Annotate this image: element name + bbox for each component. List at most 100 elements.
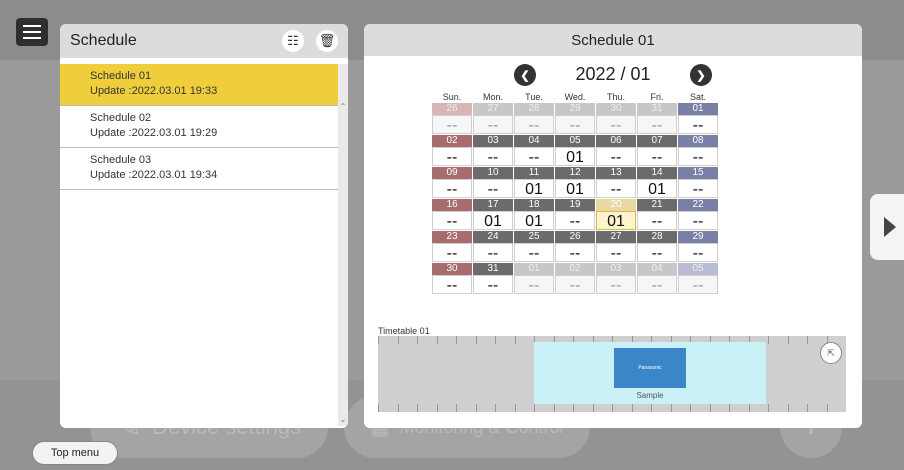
day-number: 02 [432,135,472,147]
calendar-day-cell[interactable]: 01 -- [514,263,554,294]
schedule-list-title: Schedule [70,32,137,49]
calendar-day-cell[interactable]: 16 -- [432,199,472,230]
calendar-day-cell[interactable]: 30 -- [596,103,636,134]
calendar-day-cell[interactable]: 02 -- [432,135,472,166]
calendar-day-cell[interactable]: 01 -- [678,103,718,134]
day-timetable-value: -- [473,147,513,166]
calendar-day-cell[interactable]: 23 -- [432,231,472,262]
calendar-title: Schedule 01 [364,24,862,56]
day-timetable-value: -- [596,115,636,134]
arrow-right-icon [884,217,896,237]
day-number: 31 [637,103,677,115]
list-scrollbar[interactable]: ⌃ ⌄ [338,64,348,426]
calendar-day-cell[interactable]: 11 01 [514,167,554,198]
calendar-day-cell[interactable]: 14 01 [637,167,677,198]
weekday-label: Tue. [525,92,543,102]
day-number: 13 [596,167,636,179]
calendar-day-cell[interactable]: 21 -- [637,199,677,230]
calendar-day-cell[interactable]: 26 -- [432,103,472,134]
calendar-week: 09 -- 10 -- 11 01 12 01 13 -- 14 01 15 -- [432,167,719,199]
calendar-day-cell[interactable]: 06 -- [596,135,636,166]
list-item[interactable]: Schedule 03 Update :2022.03.01 19:34 [60,148,338,190]
top-menu-button[interactable]: Top menu [32,441,118,465]
timetable-bar[interactable]: Panasonic Sample ⇱ [378,336,846,412]
calendar-day-cell[interactable]: 15 -- [678,167,718,198]
list-item[interactable]: Schedule 02 Update :2022.03.01 19:29 [60,106,338,148]
expand-icon[interactable]: ⇱ [820,342,842,364]
weekday-label: Sat. [689,92,706,102]
calendar-day-cell[interactable]: 09 -- [432,167,472,198]
schedule-name: Schedule 03 [90,154,152,166]
day-number: 30 [432,263,472,275]
calendar-week: 16 -- 17 01 18 01 19 -- 20 01 21 -- 22 -- [432,199,719,231]
day-number: 20 [596,199,636,211]
calendar-day-cell[interactable]: 28 -- [514,103,554,134]
calendar-day-cell[interactable]: 27 -- [596,231,636,262]
day-number: 04 [514,135,554,147]
day-number: 03 [473,135,513,147]
calendar-day-cell[interactable]: 31 -- [637,103,677,134]
timetable-block[interactable]: Panasonic Sample [534,342,766,404]
calendar-day-cell[interactable]: 24 -- [473,231,513,262]
day-timetable-value: -- [678,275,718,294]
day-number: 22 [678,199,718,211]
calendar-day-cell[interactable]: 07 -- [637,135,677,166]
calendar-day-cell[interactable]: 18 01 [514,199,554,230]
weekday-label: Sun. [442,92,462,102]
day-number: 29 [678,231,718,243]
day-number: 23 [432,231,472,243]
calendar-day-cell[interactable]: 12 01 [555,167,595,198]
day-number: 03 [596,263,636,275]
calendar-day-cell[interactable]: 03 -- [596,263,636,294]
calendar-grid: Sun. Mon. Tue. Wed. Thu. Fri. Sat. 26 -- 2… [432,92,719,295]
day-timetable-value: -- [514,115,554,134]
day-number: 10 [473,167,513,179]
day-timetable-value: -- [473,115,513,134]
calendar-day-cell[interactable]: 31 -- [473,263,513,294]
day-timetable-value: -- [514,275,554,294]
calendar-day-cell[interactable]: 05 01 [555,135,595,166]
calendar-day-cell[interactable]: 30 -- [432,263,472,294]
trash-icon[interactable]: 🗑 [316,30,338,52]
schedule-list: Schedule 01 Update :2022.03.01 19:33 Sch… [60,64,338,190]
scroll-up-icon[interactable]: ⌃ [338,102,348,111]
day-timetable-value: -- [555,275,595,294]
next-month-button[interactable]: ❯ [690,64,712,86]
next-page-button[interactable] [870,194,904,260]
day-number: 04 [637,263,677,275]
calendar-day-cell[interactable]: 10 -- [473,167,513,198]
calendar-day-cell[interactable]: 25 -- [514,231,554,262]
calendar-day-cell[interactable]: 17 01 [473,199,513,230]
weekday-label: Fri. [650,92,664,102]
day-timetable-value: -- [678,243,718,262]
day-number: 19 [555,199,595,211]
calendar-day-cell[interactable]: 28 -- [637,231,677,262]
day-timetable-value: 01 [555,147,595,166]
scroll-down-icon[interactable]: ⌄ [338,415,348,424]
calendar-day-cell[interactable]: 20 01 [596,199,636,230]
calendar-day-cell[interactable]: 29 -- [678,231,718,262]
day-number: 02 [555,263,595,275]
calendar-day-cell[interactable]: 13 -- [596,167,636,198]
calendar-day-cell[interactable]: 19 -- [555,199,595,230]
day-timetable-value: 01 [473,211,513,230]
calendar-day-cell[interactable]: 08 -- [678,135,718,166]
day-timetable-value: -- [596,179,636,198]
calendar-day-cell[interactable]: 22 -- [678,199,718,230]
calendar-day-cell[interactable]: 04 -- [637,263,677,294]
calendar-day-cell[interactable]: 29 -- [555,103,595,134]
list-item[interactable]: Schedule 01 Update :2022.03.01 19:33 [60,64,338,106]
calendar-day-cell[interactable]: 02 -- [555,263,595,294]
day-timetable-value: -- [432,179,472,198]
calendar-day-cell[interactable]: 05 -- [678,263,718,294]
hamburger-menu-button[interactable] [16,18,48,46]
copy-icon[interactable]: ☷ [282,30,304,52]
calendar-day-cell[interactable]: 27 -- [473,103,513,134]
day-number: 21 [637,199,677,211]
calendar-day-cell[interactable]: 26 -- [555,231,595,262]
calendar-day-cell[interactable]: 04 -- [514,135,554,166]
day-timetable-value: 01 [596,211,636,230]
calendar-day-cell[interactable]: 03 -- [473,135,513,166]
day-number: 29 [555,103,595,115]
day-number: 05 [678,263,718,275]
